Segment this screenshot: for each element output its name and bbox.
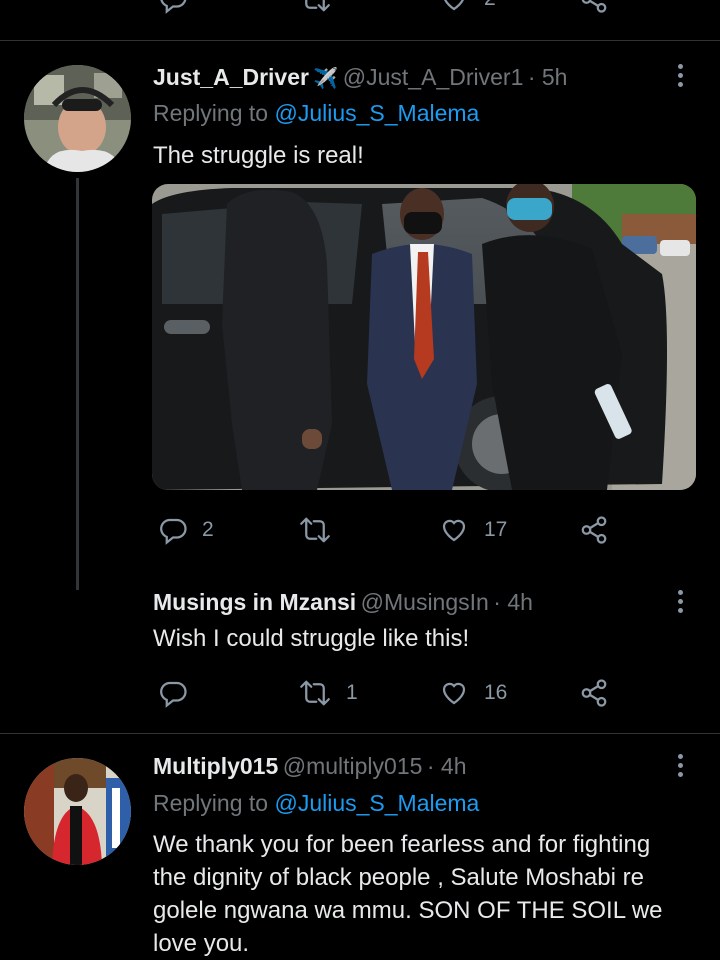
like-button[interactable]: 16 — [438, 678, 507, 708]
reply-icon — [160, 681, 187, 708]
display-name[interactable]: Musings in Mzansi — [153, 589, 356, 615]
retweet-button[interactable]: 1 — [298, 678, 358, 708]
reply-icon — [160, 518, 187, 545]
handle[interactable]: @multiply015 — [283, 753, 423, 779]
replying-to: Replying to @Julius_S_Malema — [153, 100, 479, 127]
retweet-icon — [300, 680, 330, 706]
mention-link[interactable]: @Julius_S_Malema — [274, 790, 479, 816]
share-button[interactable] — [578, 678, 610, 708]
tweet-header: Multiply015 @multiply015 · 4h — [153, 753, 467, 780]
mention-link[interactable]: @Julius_S_Malema — [274, 100, 479, 126]
retweet-icon — [305, 0, 330, 12]
heart-icon — [442, 682, 466, 705]
more-icon[interactable] — [677, 64, 685, 91]
avatar[interactable] — [24, 758, 131, 865]
reply-icon — [160, 0, 187, 14]
tweet-text: The struggle is real! — [153, 142, 364, 169]
avatar-image — [24, 758, 131, 865]
share-button[interactable] — [578, 515, 610, 545]
timestamp[interactable]: · 4h — [427, 753, 467, 779]
replying-prefix: Replying to — [153, 100, 269, 126]
retweet-icon — [300, 517, 330, 543]
replying-prefix: Replying to — [153, 790, 269, 816]
like-count: 2 — [484, 0, 496, 11]
timestamp[interactable]: · 4h — [493, 589, 533, 615]
tweet-header: Musings in Mzansi @MusingsIn · 4h — [153, 589, 533, 616]
share-icon — [581, 679, 607, 707]
tweet-photo[interactable] — [152, 184, 696, 490]
prev-tweet-actions: 2 — [0, 0, 720, 14]
divider — [0, 40, 720, 41]
reply-button[interactable] — [158, 0, 188, 14]
retweet-count: 1 — [346, 681, 358, 704]
retweet-button[interactable] — [298, 515, 346, 545]
handle[interactable]: @Just_A_Driver1 — [343, 64, 524, 90]
photo-image — [152, 184, 696, 490]
handle[interactable]: @MusingsIn — [361, 589, 489, 615]
timestamp[interactable]: · 5h — [528, 64, 568, 90]
reply-count: 2 — [202, 518, 214, 541]
replying-to: Replying to @Julius_S_Malema — [153, 790, 479, 817]
share-icon — [581, 0, 607, 13]
like-count: 17 — [484, 518, 508, 541]
like-button[interactable]: 2 — [438, 0, 496, 14]
reply-button[interactable]: 2 — [158, 515, 214, 545]
retweet-button[interactable] — [298, 0, 332, 14]
avatar-image — [24, 65, 131, 172]
like-count: 16 — [484, 681, 508, 704]
heart-icon — [444, 0, 464, 11]
like-button[interactable]: 17 — [438, 515, 507, 545]
thread-line — [76, 178, 79, 590]
heart-icon — [442, 519, 466, 542]
more-icon[interactable] — [677, 590, 685, 617]
display-name[interactable]: Just_A_Driver — [153, 64, 309, 90]
tweet-header: Just_A_Driver ✈️ @Just_A_Driver1 · 5h — [153, 64, 567, 91]
share-button[interactable] — [578, 0, 610, 14]
reply-button[interactable] — [158, 678, 202, 708]
avatar[interactable] — [24, 65, 131, 172]
display-name[interactable]: Multiply015 — [153, 753, 278, 779]
tweet-text: We thank you for been fearless and for f… — [153, 831, 663, 957]
share-icon — [581, 516, 607, 544]
more-icon[interactable] — [677, 754, 685, 781]
tweet-text: Wish I could struggle like this! — [153, 625, 470, 652]
divider — [0, 733, 720, 734]
verified-badge: ✈️ — [313, 68, 339, 90]
